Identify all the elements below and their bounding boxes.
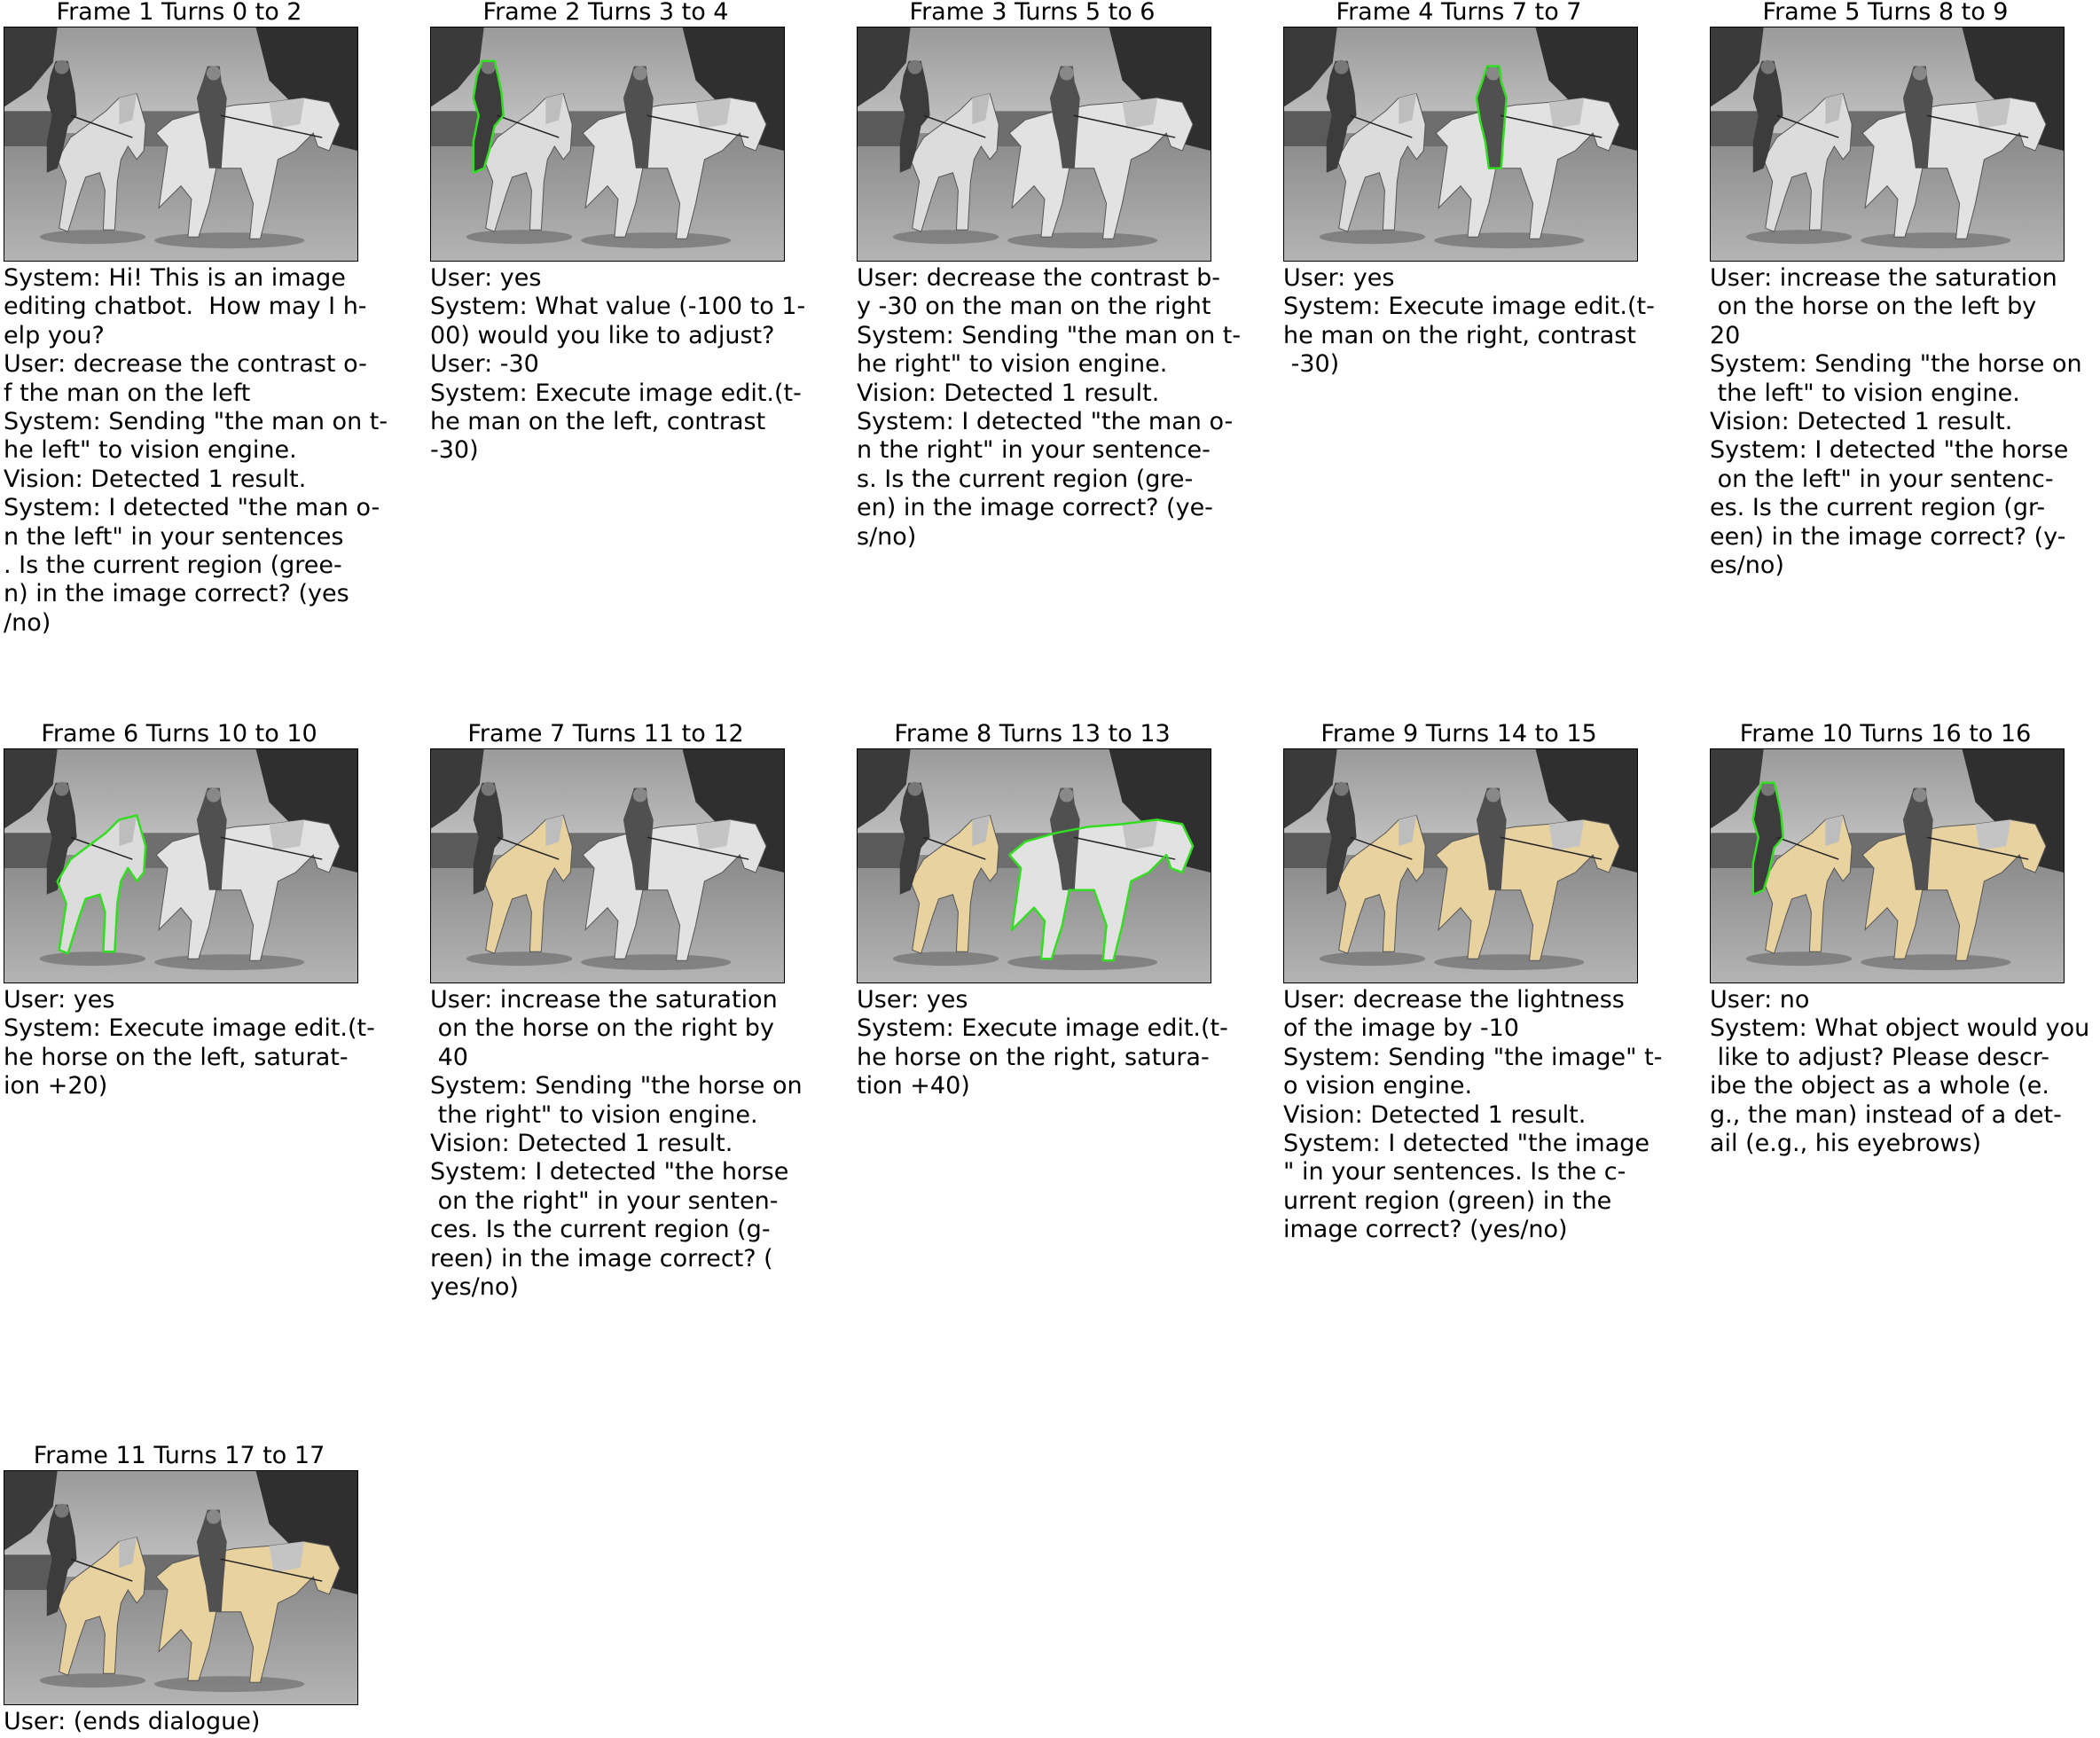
- dialogue-text: User: yes System: What value (-100 to 1-…: [430, 264, 806, 465]
- frame-image: [1283, 27, 1638, 262]
- frame-image: [4, 27, 358, 262]
- photo-riders-horses: [4, 749, 357, 983]
- frame-title: Frame 10 Turns 16 to 16: [1739, 720, 2032, 748]
- photo-riders-horses: [1711, 749, 2064, 983]
- dialogue-text: System: Hi! This is an image editing cha…: [4, 264, 388, 637]
- frame-title: Frame 4 Turns 7 to 7: [1336, 0, 1582, 26]
- frames-figure: Frame 1 Turns 0 to 2 System: Hi! This is…: [0, 0, 2100, 1738]
- dialogue-text: User: (ends dialogue): [4, 1708, 261, 1735]
- dialogue-text: User: yes System: Execute image edit.(t-…: [1283, 264, 1655, 379]
- frame-image: [4, 1470, 358, 1705]
- dialogue-text: User: yes System: Execute image edit.(t-…: [857, 986, 1228, 1100]
- frame-image: [1710, 27, 2065, 262]
- photo-riders-horses: [1711, 27, 2064, 261]
- photo-riders-horses: [858, 749, 1211, 983]
- frame-image: [1283, 748, 1638, 983]
- dialogue-text: User: increase the saturation on the hor…: [430, 986, 803, 1302]
- frame-title: Frame 2 Turns 3 to 4: [482, 0, 729, 26]
- frame-title: Frame 9 Turns 14 to 15: [1320, 720, 1597, 748]
- frame-image: [4, 748, 358, 983]
- frame-image: [430, 27, 785, 262]
- frame-title: Frame 6 Turns 10 to 10: [41, 720, 317, 748]
- photo-riders-horses: [4, 1471, 357, 1704]
- dialogue-text: User: decrease the lightness of the imag…: [1283, 986, 1663, 1244]
- frame-image: [857, 27, 1211, 262]
- photo-riders-horses: [1284, 27, 1637, 261]
- frame-title: Frame 5 Turns 8 to 9: [1762, 0, 2009, 26]
- photo-riders-horses: [431, 749, 784, 983]
- frame-title: Frame 3 Turns 5 to 6: [909, 0, 1156, 26]
- dialogue-text: User: increase the saturation on the hor…: [1710, 264, 2082, 580]
- photo-riders-horses: [858, 27, 1211, 261]
- dialogue-text: User: decrease the contrast b- y -30 on …: [857, 264, 1242, 551]
- frame-title: Frame 1 Turns 0 to 2: [56, 0, 302, 26]
- dialogue-text: User: yes System: Execute image edit.(t-…: [4, 986, 375, 1100]
- photo-riders-horses: [4, 27, 357, 261]
- photo-riders-horses: [1284, 749, 1637, 983]
- frame-image: [430, 748, 785, 983]
- frame-title: Frame 8 Turns 13 to 13: [894, 720, 1171, 748]
- photo-riders-horses: [431, 27, 784, 261]
- frame-title: Frame 7 Turns 11 to 12: [467, 720, 744, 748]
- frame-image: [1710, 748, 2065, 983]
- frame-image: [857, 748, 1211, 983]
- frame-title: Frame 11 Turns 17 to 17: [33, 1442, 325, 1469]
- dialogue-text: User: no System: What object would you l…: [1710, 986, 2090, 1158]
